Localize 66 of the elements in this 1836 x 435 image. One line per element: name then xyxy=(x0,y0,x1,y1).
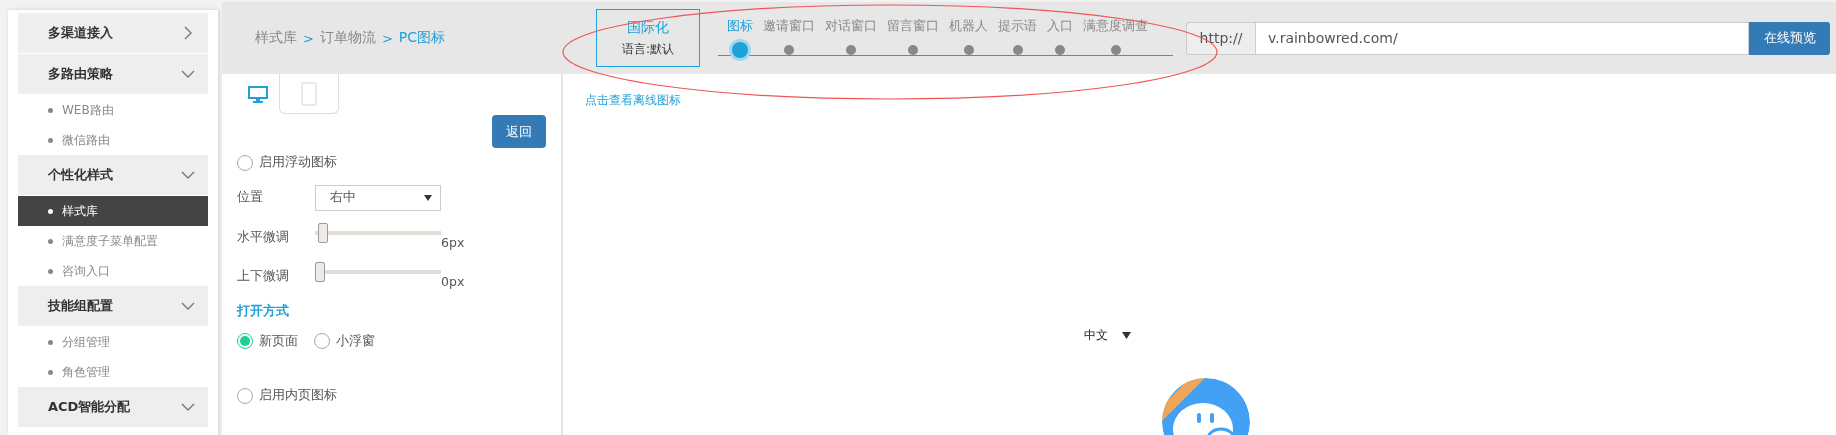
breadcrumb-item[interactable]: 订单物流 xyxy=(319,29,376,47)
step-dot[interactable] xyxy=(784,44,794,55)
preview-button[interactable]: 在线预览 xyxy=(1749,21,1830,55)
group-label: 多渠道接入 xyxy=(48,24,113,42)
breadcrumb-separator: > xyxy=(303,30,314,46)
group-label: 多路由策略 xyxy=(48,65,113,83)
step-dot[interactable] xyxy=(1012,44,1023,55)
radio-option[interactable]: 启用浮动图标 xyxy=(237,154,337,172)
step-dot[interactable] xyxy=(846,44,856,55)
back-button[interactable]: 返回 xyxy=(492,115,546,148)
step-dot[interactable] xyxy=(908,44,918,55)
breadcrumb-item[interactable]: PC图标 xyxy=(398,29,446,47)
slider-label: 上下微调 xyxy=(237,268,290,286)
position-select[interactable]: 右中 xyxy=(315,184,441,211)
bullet-icon xyxy=(48,208,53,214)
step-label[interactable]: 提示语 xyxy=(998,17,1037,35)
slider-thumb[interactable] xyxy=(315,261,325,282)
group-label: 技能组配置 xyxy=(48,297,113,315)
group-label: 个性化样式 xyxy=(48,166,113,184)
bullet-icon xyxy=(48,339,53,345)
bullet-icon xyxy=(48,369,53,375)
sidebar-group[interactable]: 个性化样式 xyxy=(18,155,208,196)
step-label[interactable]: 机器人 xyxy=(949,17,988,35)
dropdown-arrow-icon xyxy=(424,194,432,201)
language-select[interactable]: 中文 xyxy=(1084,327,1131,344)
step-dot[interactable] xyxy=(1055,44,1065,55)
sidebar-group[interactable]: ACD智能分配 xyxy=(18,387,208,428)
step-dot[interactable] xyxy=(732,41,748,58)
step-label[interactable]: 邀请窗口 xyxy=(763,17,815,35)
slider-reading: 0px xyxy=(441,274,465,290)
dropdown-arrow-icon xyxy=(1122,332,1131,339)
radio-option[interactable]: 小浮窗 xyxy=(314,332,375,350)
breadcrumb-separator: > xyxy=(381,30,393,46)
step-label[interactable]: 满意度调查 xyxy=(1083,17,1148,35)
sidebar-group[interactable]: 多渠道接入 xyxy=(18,13,208,54)
url-field[interactable]: v.rainbowred.com/ xyxy=(1255,21,1749,55)
step-label[interactable]: 对话窗口 xyxy=(825,17,877,35)
i18n-box[interactable]: 国际化 语言:默认 xyxy=(596,9,700,67)
sidebar-group[interactable]: 技能组配置 xyxy=(18,286,208,327)
chat-bubble-icon[interactable] xyxy=(1161,377,1251,435)
section-title: 打开方式 xyxy=(237,302,289,320)
radio-option[interactable]: 启用内页图标 xyxy=(237,387,337,405)
group-label: ACD智能分配 xyxy=(48,398,131,416)
tablet-icon xyxy=(301,81,317,106)
offline-icon-link[interactable]: 点击查看离线图标 xyxy=(585,92,681,109)
slider-reading: 6px xyxy=(441,235,465,251)
radio-option[interactable]: 新页面 xyxy=(237,332,298,350)
step-label[interactable]: 留言窗口 xyxy=(887,17,939,35)
i18n-title: 国际化 xyxy=(627,18,669,37)
bullet-icon xyxy=(48,107,53,113)
breadcrumb-item[interactable]: 样式库 xyxy=(255,29,297,47)
url-prefix: http:// xyxy=(1186,21,1255,55)
step-label[interactable]: 图标 xyxy=(727,17,753,35)
monitor-icon xyxy=(248,85,268,103)
step-label[interactable]: 入口 xyxy=(1047,17,1073,35)
field-label: 位置 xyxy=(237,189,264,207)
sidebar-group[interactable]: 多路由策略 xyxy=(18,54,208,95)
step-dot[interactable] xyxy=(1110,44,1121,55)
slider-label: 水平微调 xyxy=(237,229,290,247)
sidebar-item[interactable]: 样式库 xyxy=(18,196,208,226)
slider-thumb[interactable] xyxy=(318,222,329,243)
step-dot[interactable] xyxy=(963,44,974,55)
language-label: 语言:默认 xyxy=(621,40,674,58)
bullet-icon xyxy=(48,268,53,274)
bullet-icon xyxy=(48,137,53,143)
bullet-icon xyxy=(48,238,53,244)
